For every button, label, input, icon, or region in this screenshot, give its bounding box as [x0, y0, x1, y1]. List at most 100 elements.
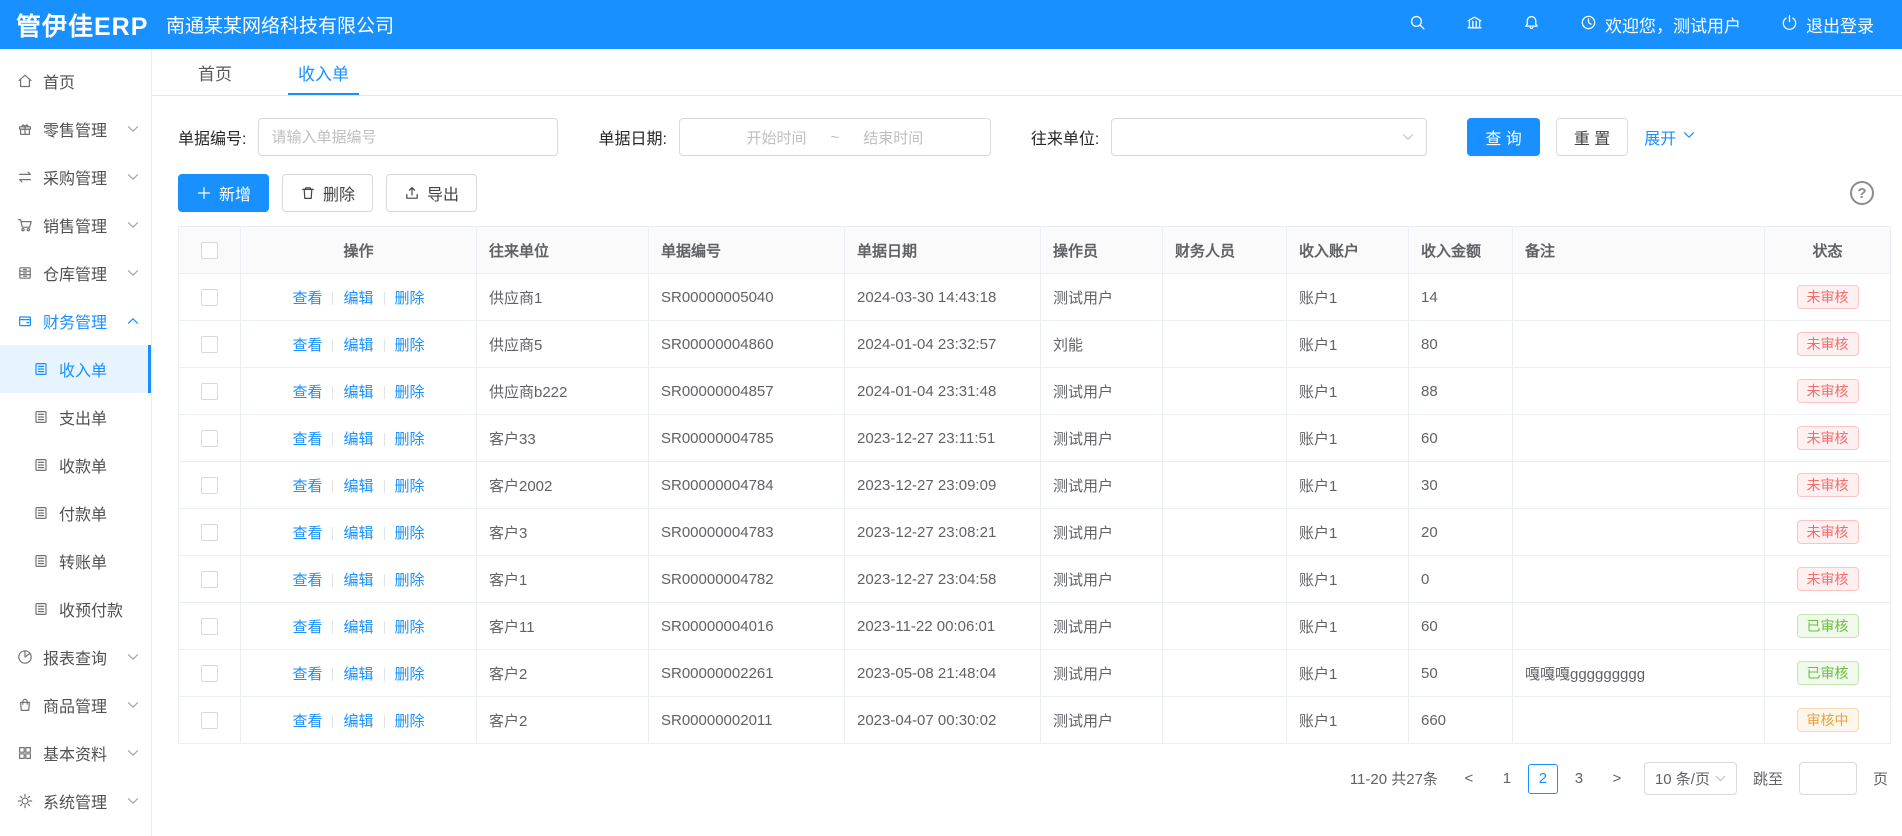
bell-icon[interactable]	[1523, 14, 1540, 36]
delete-link[interactable]: 删除	[395, 525, 425, 542]
view-link[interactable]: 查看	[292, 619, 322, 636]
delete-link[interactable]: 删除	[395, 713, 425, 730]
view-link[interactable]: 查看	[292, 525, 322, 542]
welcome-user[interactable]: 欢迎您，测试用户	[1580, 12, 1741, 37]
sidebar-subitem-3[interactable]: 付款单	[0, 489, 151, 537]
add-button[interactable]: 新增	[178, 174, 269, 212]
row-checkbox[interactable]	[201, 289, 218, 306]
row-checkbox[interactable]	[201, 336, 218, 353]
sidebar-item-0[interactable]: 首页	[0, 57, 151, 105]
sidebar-subitem-0[interactable]: 收入单	[0, 345, 151, 393]
view-link[interactable]: 查看	[292, 384, 322, 401]
cell-partner: 客户2	[477, 650, 649, 697]
view-link[interactable]: 查看	[292, 572, 322, 589]
view-link[interactable]: 查看	[292, 290, 322, 307]
column-header-2: 单据编号	[649, 227, 845, 274]
row-checkbox[interactable]	[201, 571, 218, 588]
view-link[interactable]: 查看	[292, 713, 322, 730]
cell-account: 账户1	[1287, 462, 1409, 509]
row-checkbox[interactable]	[201, 665, 218, 682]
view-link[interactable]: 查看	[292, 478, 322, 495]
sidebar-subitem-5[interactable]: 收预付款	[0, 585, 151, 633]
sidebar-item-1[interactable]: 零售管理	[0, 105, 151, 153]
basic-data-icon	[17, 745, 33, 761]
edit-link[interactable]: 编辑	[343, 713, 373, 730]
sidebar-item-8[interactable]: 基本资料	[0, 729, 151, 777]
page-number-2[interactable]: 2	[1528, 764, 1558, 794]
export-button[interactable]: 导出	[386, 174, 477, 212]
warehouse-icon	[17, 265, 33, 281]
row-checkbox[interactable]	[201, 430, 218, 447]
partner-select[interactable]	[1111, 118, 1427, 156]
cell-bill-no: SR00000002011	[649, 697, 845, 744]
status-badge: 未审核	[1797, 285, 1859, 309]
view-link[interactable]: 查看	[292, 337, 322, 354]
view-link[interactable]: 查看	[292, 431, 322, 448]
table-row: 查看编辑删除客户3SR000000047832023-12-27 23:08:2…	[179, 509, 1891, 556]
search-button[interactable]: 查 询	[1467, 118, 1539, 156]
page-size-select[interactable]: 10 条/页	[1644, 762, 1737, 795]
next-page-button[interactable]: >	[1602, 764, 1632, 794]
prev-page-button[interactable]: <	[1454, 764, 1484, 794]
delete-link[interactable]: 删除	[395, 666, 425, 683]
edit-link[interactable]: 编辑	[343, 572, 373, 589]
doc-icon	[33, 409, 49, 425]
cell-finance	[1163, 603, 1287, 650]
edit-link[interactable]: 编辑	[343, 337, 373, 354]
bank-icon[interactable]	[1466, 14, 1483, 36]
sidebar-item-9[interactable]: 系统管理	[0, 777, 151, 825]
date-range-input[interactable]: 开始时间 ~ 结束时间	[679, 118, 991, 156]
edit-link[interactable]: 编辑	[343, 384, 373, 401]
delete-link[interactable]: 删除	[395, 478, 425, 495]
row-checkbox[interactable]	[201, 383, 218, 400]
help-icon[interactable]: ?	[1850, 181, 1874, 205]
reset-button[interactable]: 重 置	[1556, 118, 1628, 156]
sidebar-item-4[interactable]: 仓库管理	[0, 249, 151, 297]
sidebar-subitem-4[interactable]: 转账单	[0, 537, 151, 585]
search-icon[interactable]	[1409, 14, 1426, 36]
sidebar-item-label: 财务管理	[43, 309, 107, 333]
delete-link[interactable]: 删除	[395, 572, 425, 589]
sidebar-subitem-label: 收预付款	[59, 597, 123, 621]
row-checkbox[interactable]	[201, 524, 218, 541]
expand-link[interactable]: 展开	[1644, 125, 1697, 149]
tab-0[interactable]: 首页	[188, 49, 242, 95]
row-checkbox[interactable]	[201, 477, 218, 494]
delete-link[interactable]: 删除	[395, 290, 425, 307]
cell-partner: 客户2002	[477, 462, 649, 509]
doc-icon	[33, 553, 49, 569]
edit-link[interactable]: 编辑	[343, 619, 373, 636]
jump-page-input[interactable]	[1799, 762, 1857, 795]
sidebar-item-2[interactable]: 采购管理	[0, 153, 151, 201]
sidebar-item-3[interactable]: 销售管理	[0, 201, 151, 249]
row-checkbox[interactable]	[201, 618, 218, 635]
delete-link[interactable]: 删除	[395, 337, 425, 354]
edit-link[interactable]: 编辑	[343, 525, 373, 542]
chevron-down-icon	[125, 697, 141, 713]
sidebar-subitem-2[interactable]: 收款单	[0, 441, 151, 489]
edit-link[interactable]: 编辑	[343, 478, 373, 495]
cell-finance	[1163, 650, 1287, 697]
delete-link[interactable]: 删除	[395, 431, 425, 448]
delete-link[interactable]: 删除	[395, 384, 425, 401]
row-checkbox[interactable]	[201, 712, 218, 729]
chevron-down-icon	[1400, 129, 1416, 145]
select-all-checkbox[interactable]	[201, 242, 218, 259]
view-link[interactable]: 查看	[292, 666, 322, 683]
edit-link[interactable]: 编辑	[343, 666, 373, 683]
sidebar-item-7[interactable]: 商品管理	[0, 681, 151, 729]
delete-link[interactable]: 删除	[395, 619, 425, 636]
sidebar-item-5[interactable]: 财务管理	[0, 297, 151, 345]
page-number-3[interactable]: 3	[1564, 764, 1594, 794]
page-number-1[interactable]: 1	[1492, 764, 1522, 794]
edit-link[interactable]: 编辑	[343, 290, 373, 307]
logout-button[interactable]: 退出登录	[1781, 12, 1874, 37]
tab-1[interactable]: 收入单	[288, 49, 359, 95]
status-badge: 未审核	[1797, 520, 1859, 544]
edit-link[interactable]: 编辑	[343, 431, 373, 448]
sidebar-subitem-1[interactable]: 支出单	[0, 393, 151, 441]
sidebar-item-6[interactable]: 报表查询	[0, 633, 151, 681]
bill-no-input[interactable]	[258, 118, 558, 156]
column-header-6: 收入账户	[1287, 227, 1409, 274]
delete-button[interactable]: 删除	[282, 174, 373, 212]
